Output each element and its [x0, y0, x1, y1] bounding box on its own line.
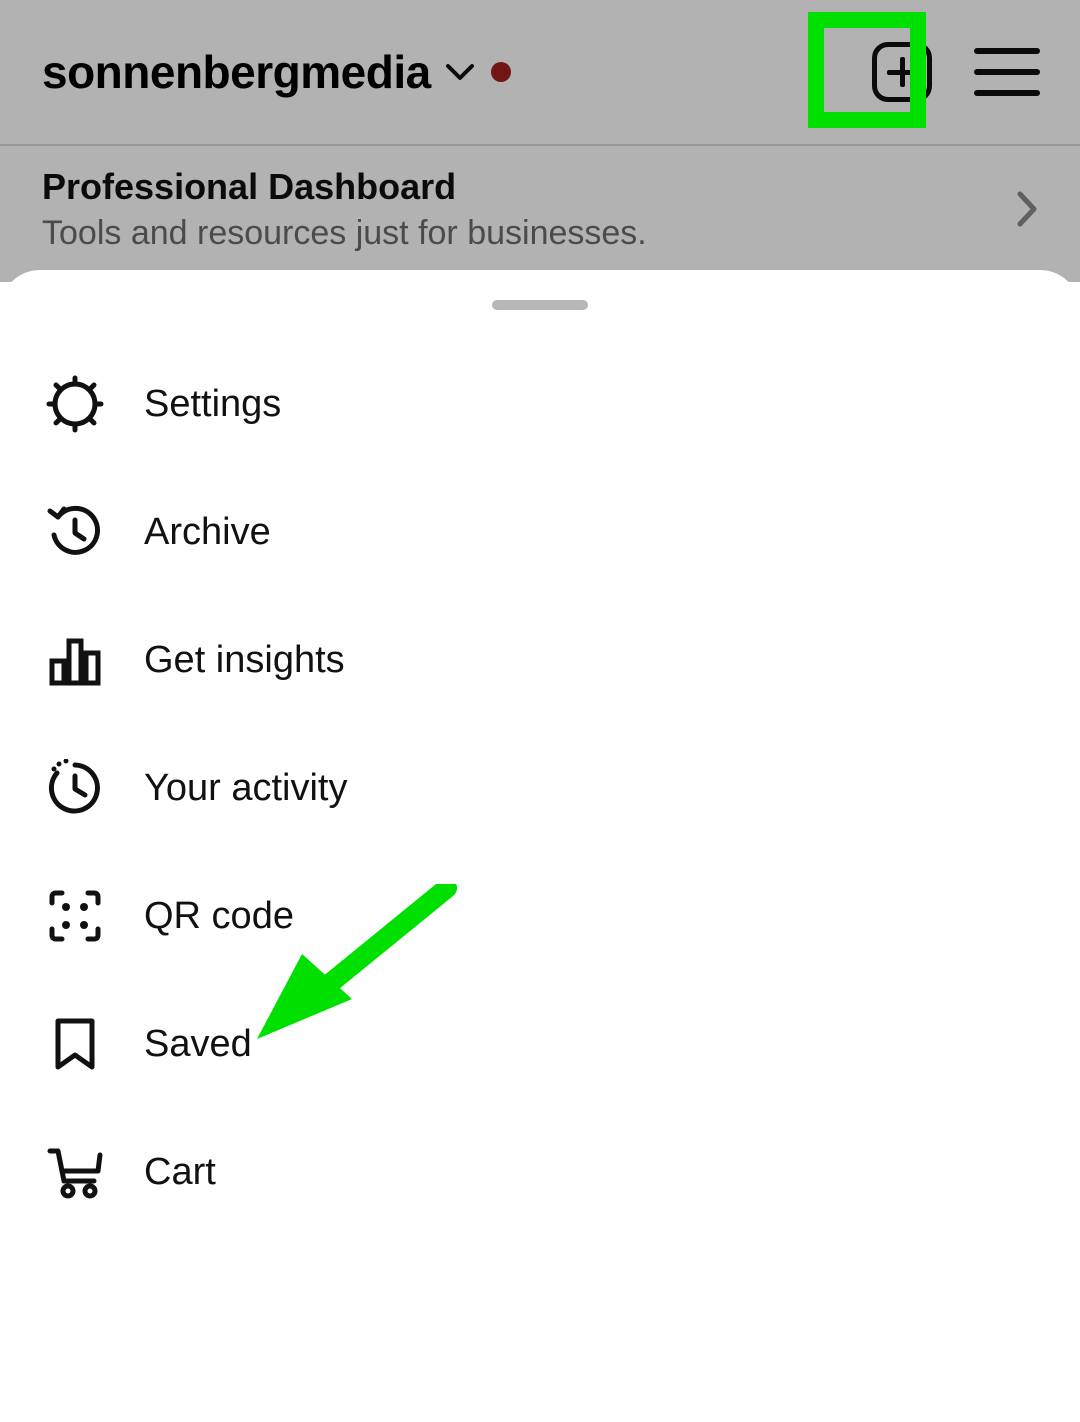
- menu-list: Settings Archive Get insights: [0, 340, 1080, 1236]
- menu-item-label: Your activity: [144, 767, 347, 810]
- profile-header: sonnenbergmedia: [0, 0, 1080, 144]
- dashboard-title: Professional Dashboard: [42, 166, 647, 208]
- history-icon: [46, 503, 104, 561]
- menu-item-your-activity[interactable]: Your activity: [46, 724, 1034, 852]
- menu-item-settings[interactable]: Settings: [46, 340, 1034, 468]
- menu-item-label: Settings: [144, 383, 281, 426]
- qr-icon: [46, 887, 104, 945]
- menu-item-archive[interactable]: Archive: [46, 468, 1034, 596]
- bars-icon: [46, 631, 104, 689]
- create-button[interactable]: [872, 42, 932, 102]
- bookmark-icon: [46, 1015, 104, 1073]
- menu-item-saved[interactable]: Saved: [46, 980, 1034, 1108]
- username-switcher[interactable]: sonnenbergmedia: [42, 45, 431, 99]
- menu-bottom-sheet: Settings Archive Get insights: [0, 270, 1080, 1422]
- notification-dot-icon: [491, 62, 511, 82]
- chevron-down-icon[interactable]: [445, 62, 475, 82]
- sheet-drag-handle[interactable]: [492, 300, 588, 310]
- dashboard-subtitle: Tools and resources just for businesses.: [42, 214, 647, 253]
- gear-icon: [46, 375, 104, 433]
- menu-item-label: Saved: [144, 1023, 252, 1066]
- menu-item-cart[interactable]: Cart: [46, 1108, 1034, 1236]
- menu-item-label: Cart: [144, 1151, 216, 1194]
- menu-item-qr-code[interactable]: QR code: [46, 852, 1034, 980]
- menu-item-label: Get insights: [144, 639, 345, 682]
- chevron-right-icon: [1016, 190, 1038, 228]
- menu-item-label: Archive: [144, 511, 271, 554]
- cart-icon: [46, 1143, 104, 1201]
- hamburger-menu-button[interactable]: [974, 48, 1040, 96]
- menu-item-label: QR code: [144, 895, 294, 938]
- menu-item-insights[interactable]: Get insights: [46, 596, 1034, 724]
- professional-dashboard-row[interactable]: Professional Dashboard Tools and resourc…: [0, 144, 1080, 272]
- clock-icon: [46, 759, 104, 817]
